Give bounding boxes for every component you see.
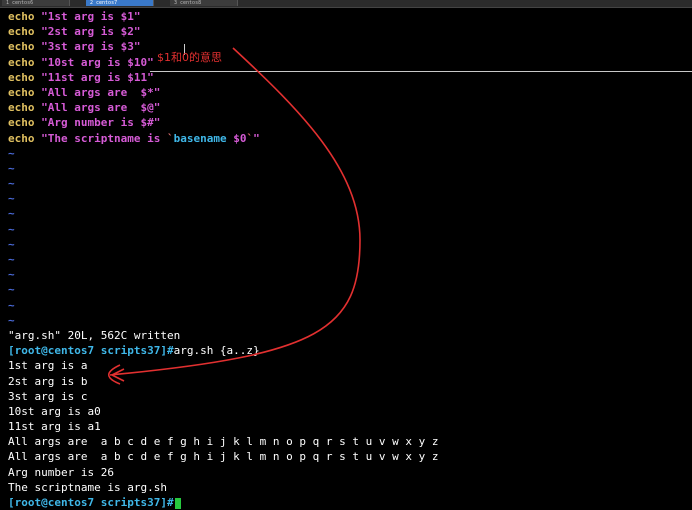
output-line: The scriptname is arg.sh (8, 480, 167, 494)
shell-prompt: [root@centos7 scripts37]# (8, 496, 174, 509)
terminal-cursor (174, 497, 181, 509)
current-prompt-line[interactable]: [root@centos7 scripts37]# (8, 495, 692, 510)
annotation-curve (109, 47, 361, 376)
annotation-arrow (107, 47, 361, 385)
